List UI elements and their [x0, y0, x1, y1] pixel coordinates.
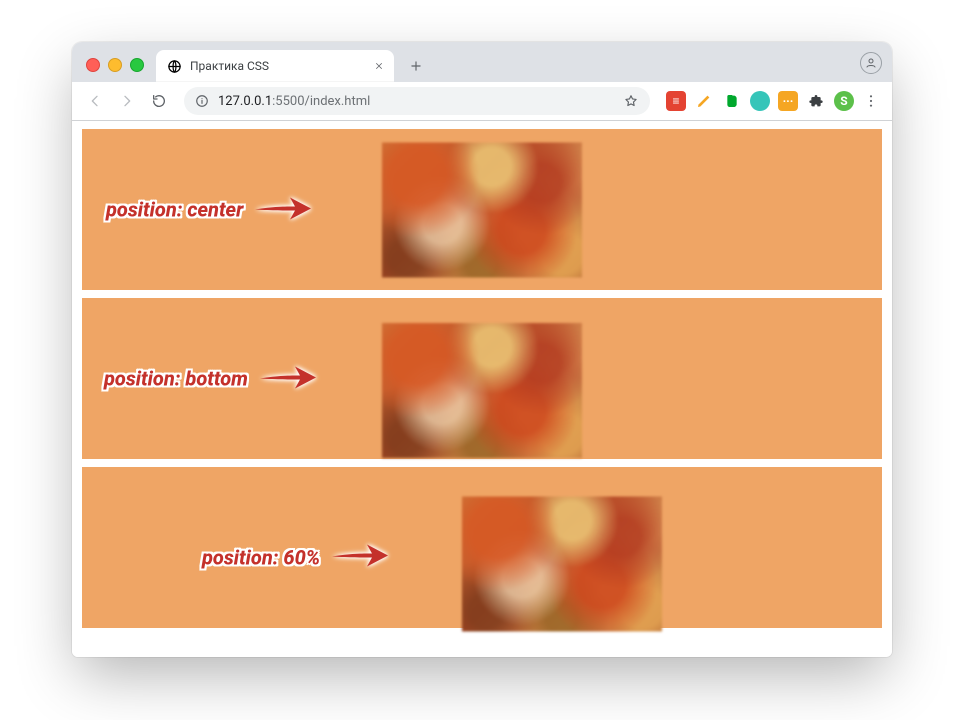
demo-image: [381, 141, 583, 278]
window-minimize-button[interactable]: [108, 58, 122, 72]
demo-image: [461, 495, 663, 632]
stage: Практика CSS: [0, 0, 955, 720]
browser-menu-button[interactable]: [860, 90, 882, 112]
ext-orange-icon[interactable]: ···: [778, 91, 798, 111]
annotation-label: position: center: [106, 198, 243, 222]
arrow-right-icon: [258, 361, 318, 396]
ext-pencil-icon[interactable]: [694, 91, 714, 111]
nav-reload-button[interactable]: [146, 88, 172, 114]
ext-evernote-icon[interactable]: [722, 91, 742, 111]
extensions-button[interactable]: [806, 91, 826, 111]
traffic-lights: [80, 58, 148, 82]
site-info-icon[interactable]: [194, 93, 210, 109]
tab-title: Практика CSS: [190, 59, 366, 73]
browser-window: Практика CSS: [72, 42, 892, 657]
address-bar[interactable]: 127.0.0.1:5500/index.html: [184, 87, 650, 115]
annotation-sixty: position: 60%: [202, 540, 390, 575]
tab-strip: Практика CSS: [72, 42, 892, 82]
ext-todoist-icon[interactable]: ≡: [666, 91, 686, 111]
browser-toolbar: 127.0.0.1:5500/index.html ≡ ···: [72, 82, 892, 121]
demo-image: [381, 322, 583, 459]
ext-teal-icon[interactable]: [750, 91, 770, 111]
annotation-label: position: bottom: [104, 367, 248, 391]
demo-panel-sixty: position: 60%: [82, 467, 882, 628]
new-tab-button[interactable]: [402, 52, 430, 80]
page-viewport[interactable]: position: center position: bottom: [72, 121, 892, 657]
arrow-right-icon: [253, 192, 313, 227]
demo-panel-bottom: position: bottom: [82, 298, 882, 459]
nav-back-button[interactable]: [82, 88, 108, 114]
globe-icon: [166, 58, 182, 74]
arrow-right-icon: [330, 540, 390, 575]
url-host: 127.0.0.1: [218, 94, 272, 109]
url-port: :5500: [272, 94, 304, 109]
window-zoom-button[interactable]: [130, 58, 144, 72]
bookmark-star-icon[interactable]: [624, 93, 640, 109]
url-path: /index.html: [305, 94, 371, 109]
browser-tab[interactable]: Практика CSS: [156, 50, 394, 82]
annotation-bottom: position: bottom: [104, 361, 318, 396]
demo-panel-center: position: center: [82, 129, 882, 290]
annotation-center: position: center: [106, 192, 313, 227]
annotation-label: position: 60%: [202, 545, 320, 569]
ext-s-icon[interactable]: S: [834, 91, 854, 111]
url-text: 127.0.0.1:5500/index.html: [218, 94, 616, 109]
profile-button[interactable]: [860, 52, 882, 74]
tab-close-button[interactable]: [372, 59, 386, 73]
nav-forward-button[interactable]: [114, 88, 140, 114]
window-close-button[interactable]: [86, 58, 100, 72]
extension-icons: ≡ ··· S: [666, 91, 854, 111]
